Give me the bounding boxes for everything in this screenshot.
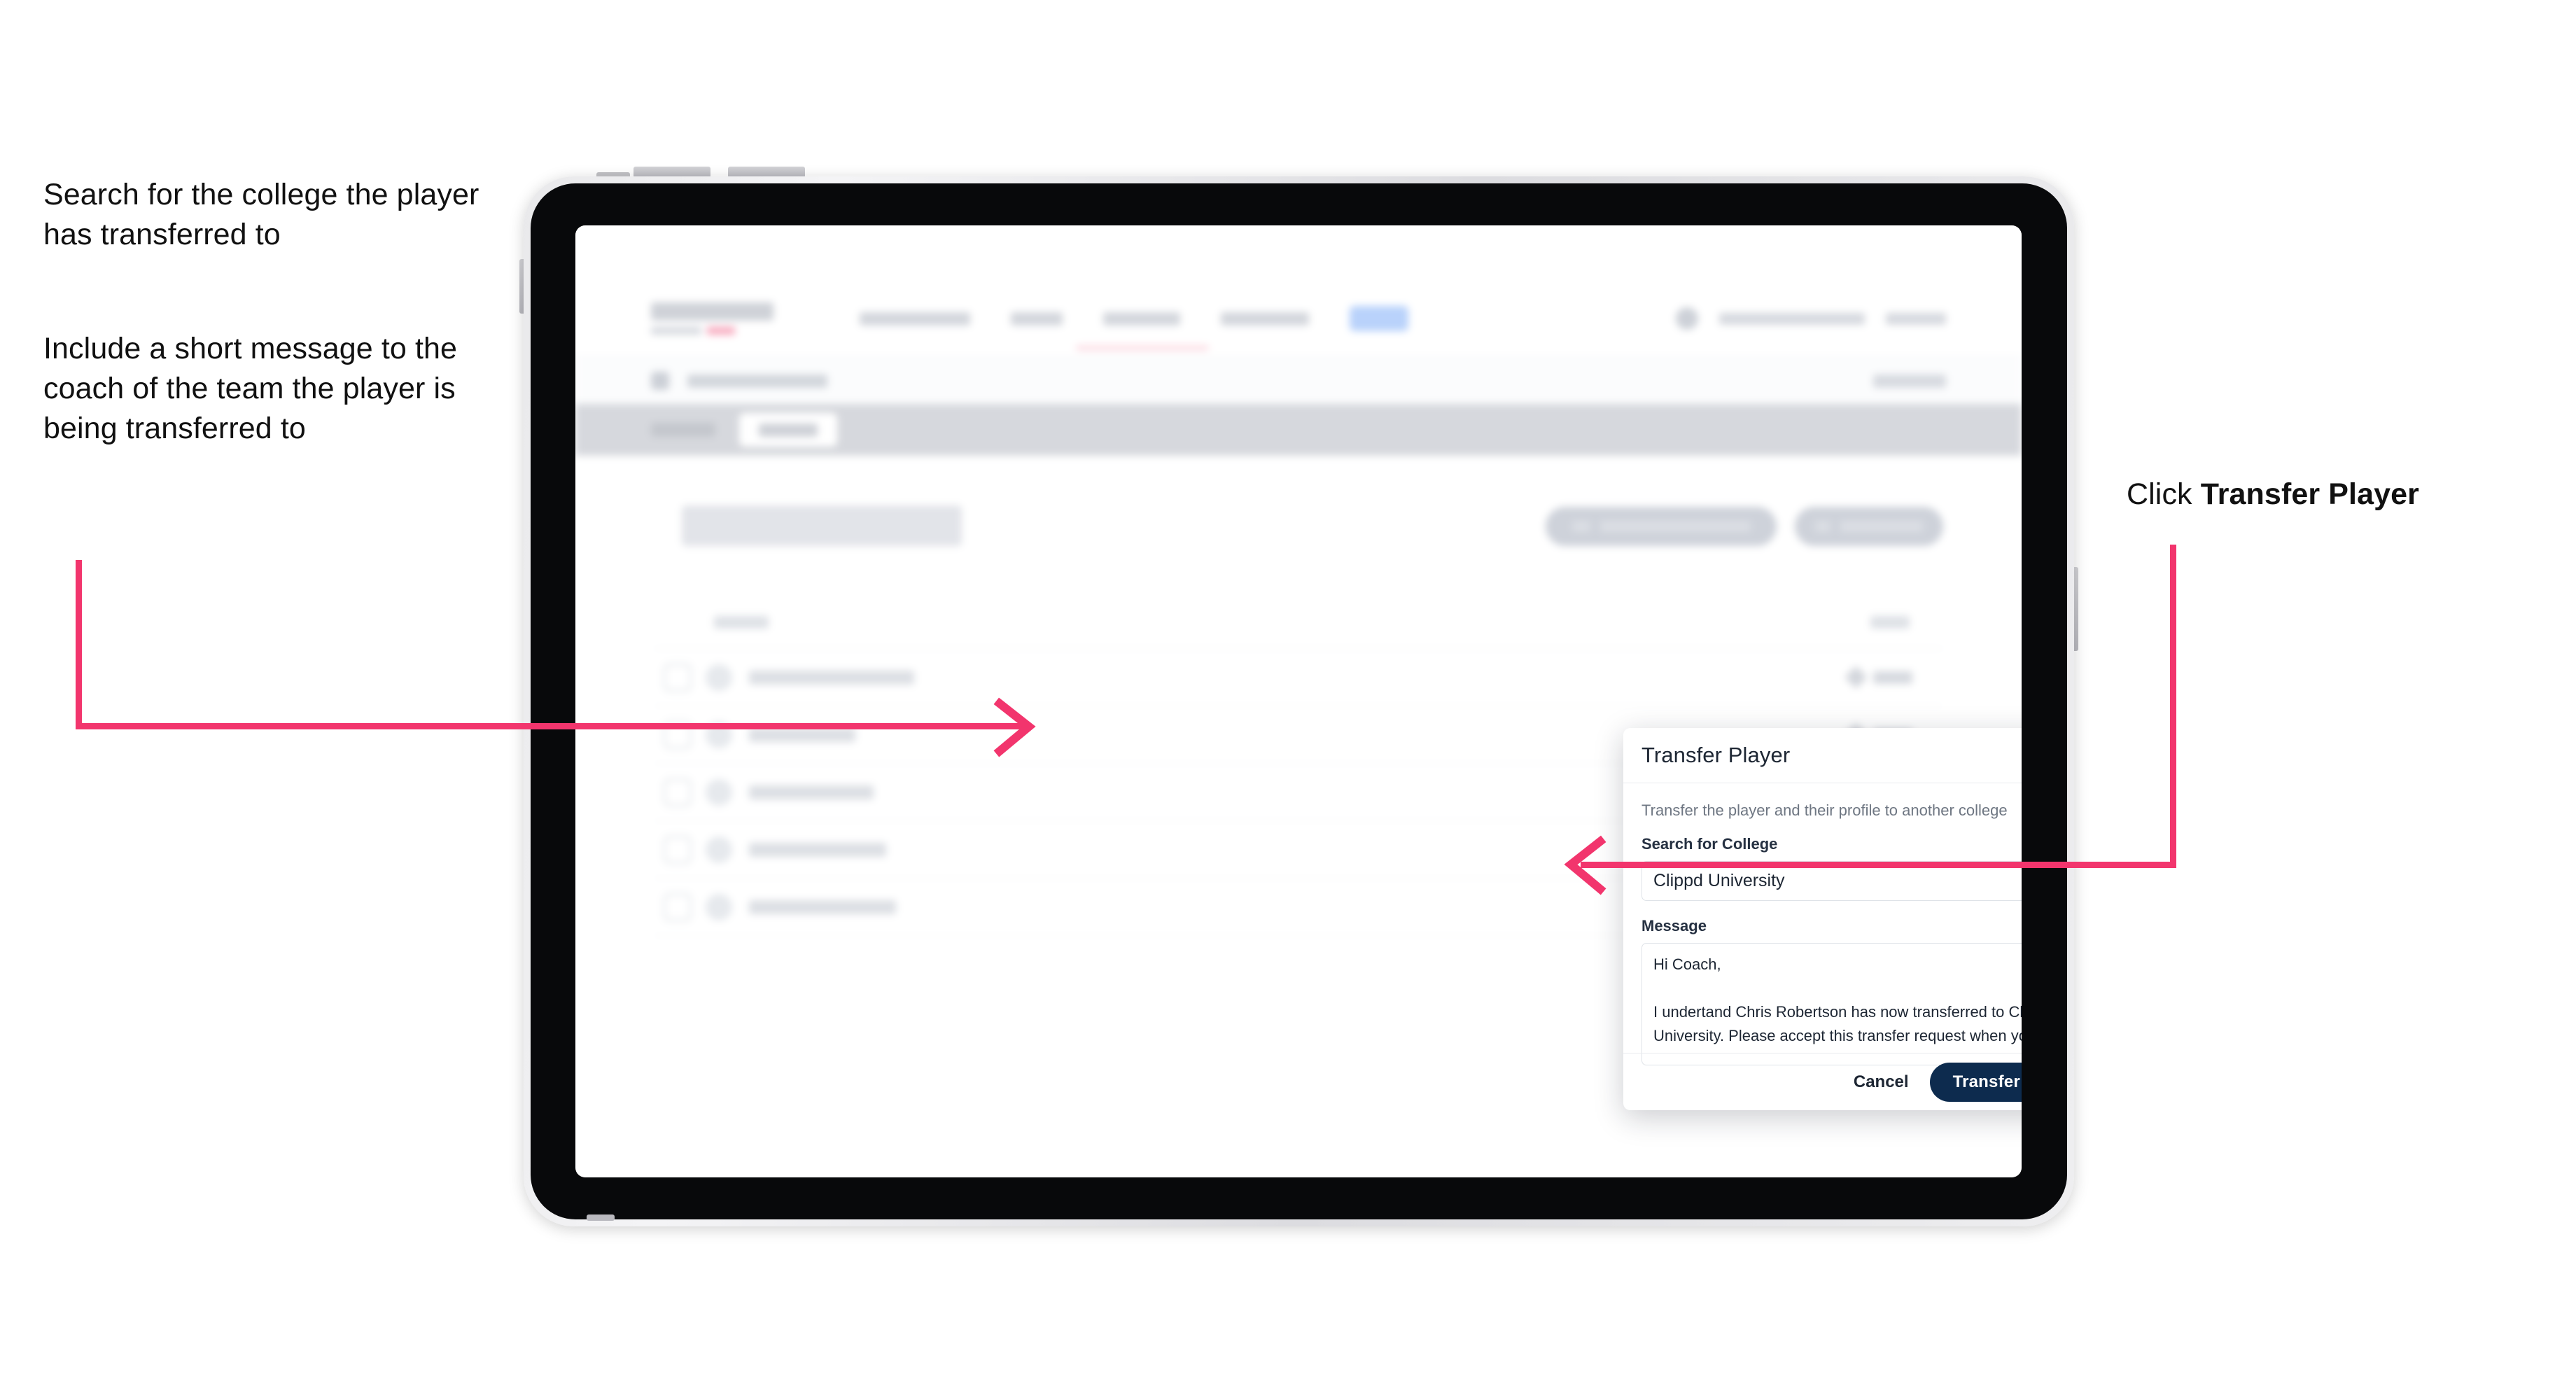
row-checkbox[interactable]	[664, 663, 692, 692]
add-player-button[interactable]	[1795, 507, 1943, 546]
user-email	[1719, 312, 1865, 325]
breadcrumb-label	[687, 374, 827, 388]
annotation-note-right: Click Transfer Player	[2127, 475, 2561, 514]
dialog-header: Transfer Player ✕	[1623, 728, 2022, 783]
primary-nav	[860, 306, 1408, 331]
nav-item-2[interactable]	[1011, 312, 1063, 326]
dialog-footer: Cancel Transfer Player	[1623, 1053, 2022, 1110]
nav-active-underline	[1076, 346, 1209, 350]
tab-active-roster[interactable]	[739, 413, 837, 447]
cancel-button[interactable]: Cancel	[1851, 1067, 1912, 1098]
row-checkbox[interactable]	[664, 892, 692, 921]
logo-tagline-text	[651, 327, 701, 335]
sign-out-button[interactable]	[1886, 312, 1946, 325]
connector-right-vertical	[2170, 545, 2176, 868]
player-avatar	[706, 836, 732, 863]
player-avatar	[706, 778, 732, 806]
connector-right-horizontal	[1581, 862, 2176, 868]
row-edit-action[interactable]	[1844, 666, 1912, 689]
transfer-player-dialog: Transfer Player ✕ Transfer the player an…	[1623, 728, 2022, 1110]
player-name	[749, 842, 886, 857]
logo-tagline-accent	[707, 327, 735, 335]
tablet-screen: Transfer Player ✕ Transfer the player an…	[575, 225, 2022, 1177]
header-user-area	[1676, 307, 1946, 330]
player-name	[749, 785, 874, 799]
annotation-right-bold: Transfer Player	[2200, 477, 2419, 511]
connector-left-horizontal	[76, 723, 1024, 729]
request-roster-update-button[interactable]	[1546, 507, 1777, 546]
logo-tagline	[651, 327, 777, 335]
player-name	[749, 670, 914, 685]
tab-inactive[interactable]	[651, 423, 715, 437]
dialog-title: Transfer Player	[1642, 743, 1791, 767]
dialog-description: Transfer the player and their profile to…	[1642, 802, 2008, 819]
row-checkbox[interactable]	[664, 778, 692, 806]
player-avatar	[706, 893, 732, 920]
breadcrumb-icon	[651, 372, 669, 390]
nav-item-active[interactable]	[1350, 306, 1408, 331]
breadcrumb-action[interactable]	[1873, 374, 1946, 388]
table-header-row	[654, 596, 1943, 649]
device-bottom-nub	[587, 1214, 615, 1221]
message-textarea[interactable]	[1642, 943, 2022, 1065]
breadcrumb-bar	[575, 358, 2022, 405]
player-name	[749, 899, 896, 914]
tab-active-label	[759, 423, 818, 437]
nav-item-4[interactable]	[1221, 312, 1309, 326]
college-field-label: Search for College	[1642, 835, 1778, 853]
app-header	[575, 280, 2022, 358]
dialog-body: Transfer the player and their profile to…	[1623, 783, 2022, 1079]
player-name	[749, 727, 855, 742]
app-logo[interactable]	[651, 302, 777, 335]
message-field-label: Message	[1642, 917, 1707, 934]
arrow-head-left-icon	[1564, 835, 1606, 895]
page-action-buttons	[1546, 507, 1943, 546]
logo-wordmark	[651, 302, 774, 321]
request-label	[1600, 521, 1751, 532]
pencil-icon	[1844, 666, 1868, 689]
player-avatar	[706, 664, 732, 691]
request-icon	[1572, 521, 1590, 532]
add-label	[1840, 521, 1923, 532]
transfer-player-submit-button[interactable]: Transfer Player	[1929, 1062, 2022, 1102]
column-header-name	[714, 616, 769, 629]
annotation-note-left-top: Search for the college the player has tr…	[43, 178, 479, 252]
table-row[interactable]	[654, 649, 1943, 706]
avatar[interactable]	[1676, 307, 1698, 330]
row-checkbox[interactable]	[664, 835, 692, 864]
section-tab-bar	[575, 404, 2022, 456]
add-icon	[1815, 521, 1830, 532]
annotation-right-prefix: Click	[2127, 477, 2201, 511]
column-header-edit	[1870, 616, 1910, 629]
nav-item-1[interactable]	[860, 312, 970, 326]
edit-label	[1873, 671, 1912, 684]
arrow-head-right-icon	[993, 697, 1036, 757]
nav-item-3[interactable]	[1103, 312, 1180, 326]
connector-left-vertical	[76, 560, 82, 729]
page-title	[682, 505, 962, 546]
annotation-note-left-bottom: Include a short message to the coach of …	[43, 332, 458, 446]
